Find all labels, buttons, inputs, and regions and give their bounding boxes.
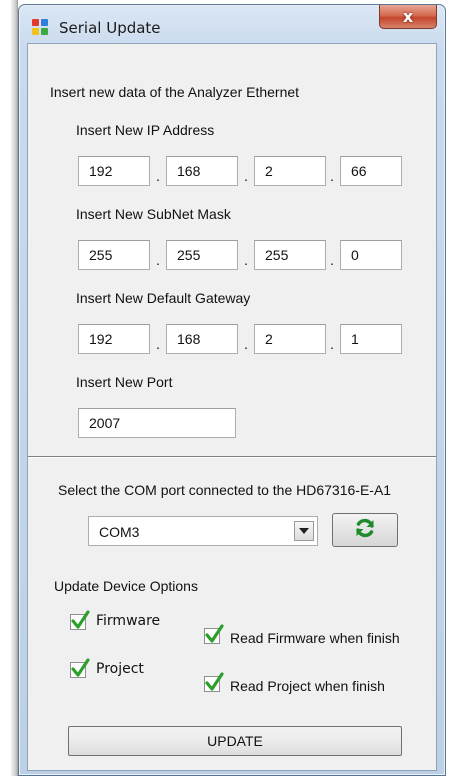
gateway-label: Insert New Default Gateway: [76, 290, 251, 306]
window-title: Serial Update: [59, 19, 161, 37]
serial-update-window: Serial Update x Insert new data of the A…: [18, 4, 446, 776]
com-port-label: Select the COM port connected to the HD6…: [58, 482, 392, 498]
background-window-edge: [0, 0, 18, 776]
gateway-octet-3-input[interactable]: 2: [254, 324, 326, 354]
ethernet-heading: Insert new data of the Analyzer Ethernet: [50, 84, 300, 100]
read-firmware-checkbox[interactable]: [204, 624, 224, 644]
refresh-icon: [353, 516, 377, 545]
options-heading: Update Device Options: [54, 578, 198, 594]
read-project-checkbox[interactable]: [204, 672, 224, 692]
update-button-label: UPDATE: [207, 733, 263, 749]
read-project-label: Read Project when finish: [230, 678, 385, 694]
ip-octet-1-input[interactable]: 192: [78, 156, 150, 186]
subnet-separator: .: [330, 252, 334, 268]
port-label: Insert New Port: [76, 374, 173, 390]
subnet-separator: .: [156, 252, 160, 268]
gateway-octet-1-input[interactable]: 192: [78, 324, 150, 354]
title-bar[interactable]: Serial Update x: [19, 5, 445, 43]
com-port-select[interactable]: COM3: [88, 516, 318, 546]
read-firmware-label: Read Firmware when finish: [230, 630, 400, 646]
gateway-octet-4-input[interactable]: 1: [340, 324, 402, 354]
ip-octet-2-input[interactable]: 168: [166, 156, 238, 186]
gateway-separator: .: [156, 336, 160, 352]
project-checkbox[interactable]: [70, 658, 90, 678]
ip-label: Insert New IP Address: [76, 122, 215, 138]
project-label: Project: [96, 661, 144, 677]
app-icon: [31, 18, 49, 36]
chevron-down-icon[interactable]: [294, 521, 314, 541]
gateway-octet-2-input[interactable]: 168: [166, 324, 238, 354]
subnet-octet-2-input[interactable]: 255: [166, 240, 238, 270]
ip-octet-4-input[interactable]: 66: [340, 156, 402, 186]
subnet-octet-4-input[interactable]: 0: [340, 240, 402, 270]
section-divider: [28, 456, 436, 458]
ip-separator: .: [156, 168, 160, 184]
close-icon: x: [402, 7, 414, 26]
port-input[interactable]: 2007: [78, 408, 236, 438]
subnet-octet-1-input[interactable]: 255: [78, 240, 150, 270]
gateway-separator: .: [330, 336, 334, 352]
refresh-button[interactable]: [332, 513, 398, 547]
subnet-separator: .: [244, 252, 248, 268]
client-area: Insert new data of the Analyzer Ethernet…: [27, 43, 437, 771]
close-button[interactable]: x: [379, 5, 437, 29]
ip-separator: .: [330, 168, 334, 184]
subnet-label: Insert New SubNet Mask: [76, 206, 231, 222]
com-port-value: COM3: [99, 524, 140, 540]
firmware-label: Firmware: [96, 613, 161, 629]
subnet-octet-3-input[interactable]: 255: [254, 240, 326, 270]
gateway-separator: .: [244, 336, 248, 352]
ip-separator: .: [244, 168, 248, 184]
update-button[interactable]: UPDATE: [68, 726, 402, 756]
firmware-checkbox[interactable]: [70, 610, 90, 630]
ip-octet-3-input[interactable]: 2: [254, 156, 326, 186]
